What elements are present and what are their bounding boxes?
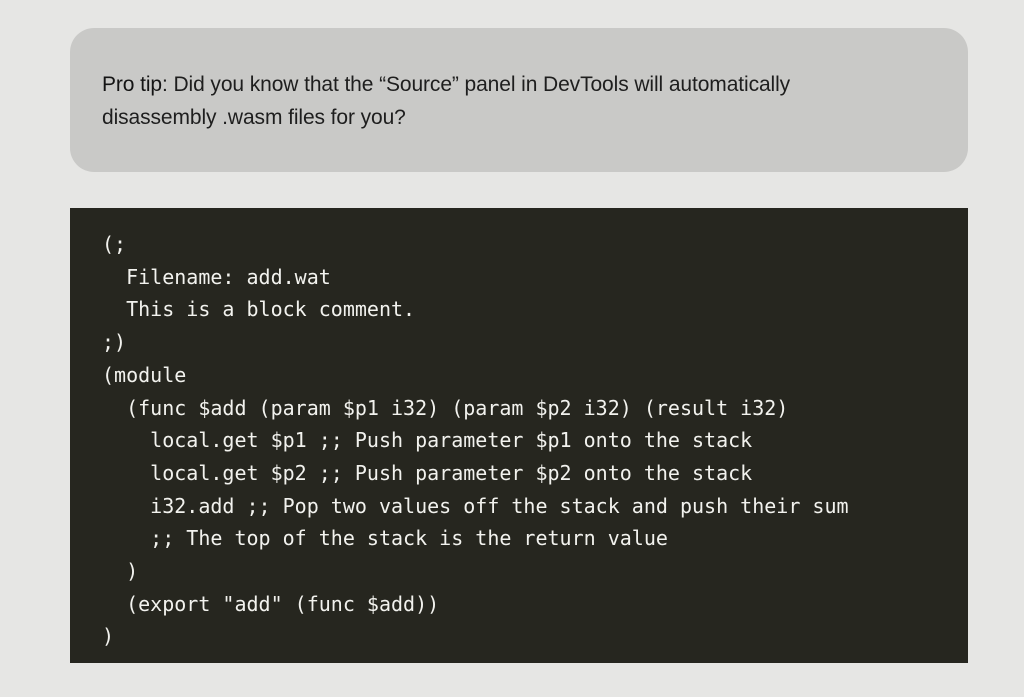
code-line: local.get $p2 ;; Push parameter $p2 onto… bbox=[102, 460, 753, 485]
pro-tip-callout: Pro tip: Did you know that the “Source” … bbox=[70, 28, 968, 172]
pro-tip-label: Pro tip bbox=[102, 73, 162, 96]
code-line: ;; The top of the stack is the return va… bbox=[102, 526, 668, 551]
code-line: ) bbox=[102, 559, 139, 584]
code-line: (func $add (param $p1 i32) (param $p2 i3… bbox=[102, 395, 789, 420]
code-line: This is a block comment. bbox=[102, 297, 416, 322]
pro-tip-body: Did you know that the “Source” panel in … bbox=[102, 73, 791, 129]
code-line: (export "add" (func $add)) bbox=[102, 591, 440, 616]
code-block: (; Filename: add.wat This is a block com… bbox=[70, 208, 968, 663]
code-line: (; bbox=[102, 232, 127, 256]
code-line: Filename: add.wat bbox=[102, 264, 331, 289]
code-line: local.get $p1 ;; Push parameter $p1 onto… bbox=[102, 428, 753, 453]
code-line: i32.add ;; Pop two values off the stack … bbox=[102, 493, 849, 518]
code-line: (module bbox=[102, 362, 187, 387]
code-line: ) bbox=[102, 624, 115, 649]
pro-tip-text: Pro tip: Did you know that the “Source” … bbox=[102, 68, 862, 134]
code-line: ;) bbox=[102, 330, 127, 355]
